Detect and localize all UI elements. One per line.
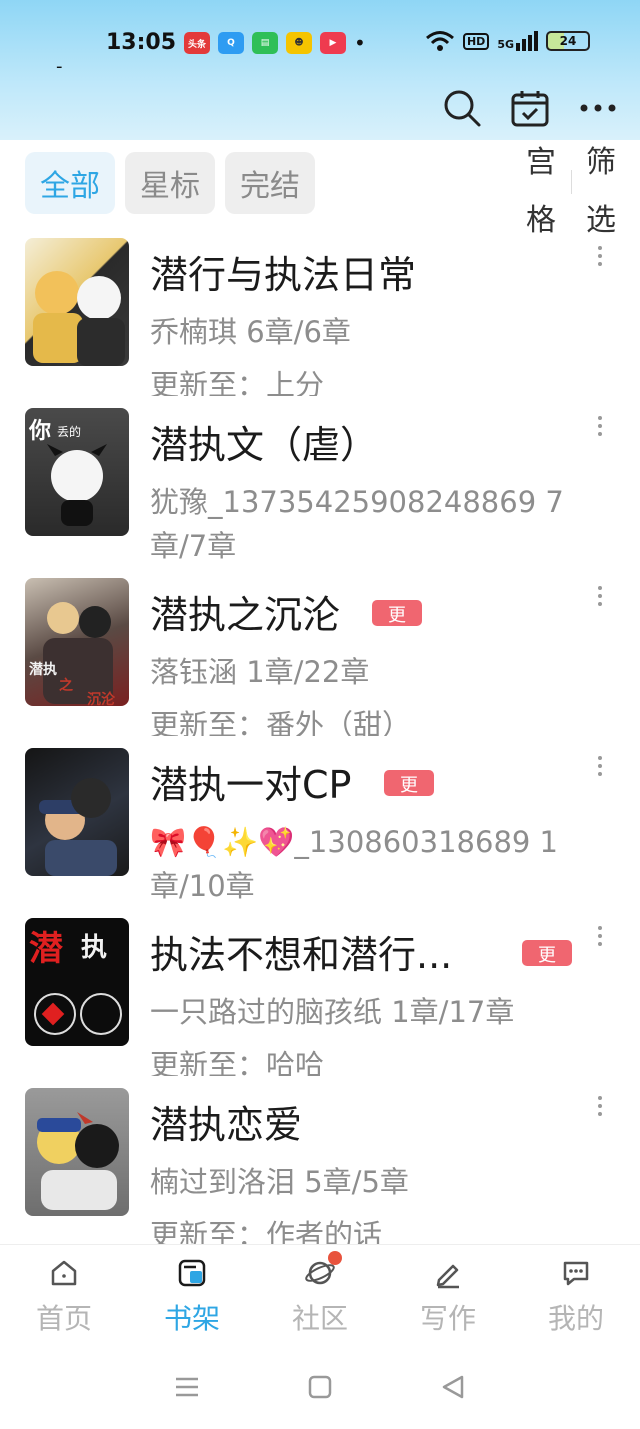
network-type: 5G bbox=[497, 38, 514, 51]
more-vertical-icon[interactable] bbox=[590, 756, 610, 780]
book-author-chapters: 🎀🎈✨💖_130860318689 1章/10章 bbox=[150, 825, 559, 903]
status-time: 13:05 bbox=[106, 30, 177, 55]
book-item[interactable]: 你 丢的 潜执文（虐） 犹豫_13735425908248869 7章/7章 bbox=[0, 400, 640, 570]
bookshelf-list: 潜行与执法日常 乔楠琪 6章/6章 更新至：上分 你 丢的 潜执文（虐） 犹豫_… bbox=[0, 230, 640, 1244]
book-author-chapters: 乔楠琪 6章/6章 bbox=[150, 315, 351, 349]
svg-text:丢的: 丢的 bbox=[57, 424, 81, 439]
book-latest-update: 更新至：番外（甜） bbox=[150, 708, 412, 736]
nav-community[interactable]: 社区 bbox=[256, 1245, 384, 1344]
book-cover: 你 丢的 bbox=[25, 408, 129, 536]
header-dash: - bbox=[56, 56, 63, 77]
network-indicator: 5G bbox=[497, 31, 538, 51]
book-title: 潜执文（虐） bbox=[150, 423, 379, 467]
book-cover bbox=[25, 238, 129, 366]
book-cover: 潜 执 bbox=[25, 918, 129, 1046]
hd-indicator: HD bbox=[462, 32, 490, 50]
nav-write[interactable]: 写作 bbox=[384, 1245, 512, 1344]
book-author-chapters: 犹豫_13735425908248869 7章/7章 bbox=[150, 485, 564, 563]
book-latest-update: 更新至：上分 bbox=[150, 368, 325, 396]
book-item[interactable]: 潜行与执法日常 乔楠琪 6章/6章 更新至：上分 bbox=[0, 230, 640, 400]
filter-all-chip[interactable]: 全部 bbox=[25, 152, 115, 214]
book-item[interactable]: 潜执一对CP 更 🎀🎈✨💖_130860318689 1章/10章 bbox=[0, 740, 640, 910]
update-badge: 更 bbox=[522, 940, 572, 966]
search-icon[interactable] bbox=[442, 88, 482, 128]
more-vertical-icon[interactable] bbox=[590, 416, 610, 440]
book-title: 潜执之沉沦 bbox=[150, 593, 341, 637]
video-app-icon: ▶ bbox=[320, 32, 346, 54]
nav-bookshelf[interactable]: 书架 bbox=[128, 1245, 256, 1344]
bookshelf-icon bbox=[178, 1259, 206, 1287]
book-item[interactable]: 潜执恋爱 楠过到洛泪 5章/5章 更新至：作者的话 bbox=[0, 1080, 640, 1244]
battery-icon: 24 bbox=[546, 31, 590, 51]
svg-text:潜执: 潜执 bbox=[29, 661, 57, 678]
nav-me[interactable]: 我的 bbox=[512, 1245, 640, 1344]
wifi-icon bbox=[426, 31, 454, 51]
system-navigation-bar bbox=[0, 1344, 640, 1429]
book-title: 潜行与执法日常 bbox=[150, 253, 417, 297]
home-icon bbox=[51, 1260, 77, 1286]
signal-bars-icon bbox=[516, 31, 538, 51]
menu-icon[interactable] bbox=[172, 1372, 202, 1402]
more-notifications-dot: • bbox=[354, 31, 366, 55]
tool-divider bbox=[571, 170, 572, 194]
smile-app-icon: ☻ bbox=[286, 32, 312, 54]
filter-completed-chip[interactable]: 完结 bbox=[225, 152, 315, 214]
notification-app-icons: 头条 Q ▤ ☻ ▶ • bbox=[184, 32, 366, 54]
pen-icon bbox=[436, 1264, 459, 1289]
book-latest-update: 更新至：作者的话 bbox=[150, 1218, 383, 1244]
nav-home-label: 首页 bbox=[35, 1302, 92, 1335]
nav-community-label: 社区 bbox=[291, 1302, 348, 1335]
nav-bookshelf-label: 书架 bbox=[163, 1302, 220, 1335]
more-vertical-icon[interactable] bbox=[590, 246, 610, 270]
book-item[interactable]: 潜执 之 沉沦 潜执之沉沦 更 落钰涵 1章/22章 更新至：番外（甜） bbox=[0, 570, 640, 740]
book-title: 执法不想和潜行... bbox=[150, 933, 453, 977]
book-author-chapters: 落钰涵 1章/22章 bbox=[150, 655, 370, 689]
update-badge: 更 bbox=[372, 600, 422, 626]
notification-dot bbox=[328, 1251, 342, 1265]
more-vertical-icon[interactable] bbox=[590, 586, 610, 610]
status-right: HD 5G 24 bbox=[425, 30, 590, 52]
nav-write-label: 写作 bbox=[419, 1302, 476, 1335]
nav-home[interactable]: 首页 bbox=[0, 1245, 128, 1344]
book-latest-update: 更新至：哈哈 bbox=[150, 1048, 325, 1076]
book-title: 潜执恋爱 bbox=[150, 1103, 303, 1147]
update-badge: 更 bbox=[384, 770, 434, 796]
filter-starred-chip[interactable]: 星标 bbox=[125, 152, 215, 214]
status-bar: 13:05 头条 Q ▤ ☻ ▶ • HD 5G 24 - bbox=[0, 0, 640, 80]
top-toolbar bbox=[442, 88, 618, 128]
filter-chips: 全部 星标 完结 bbox=[25, 152, 315, 214]
bottom-navigation: 首页 书架 社区 写作 我的 bbox=[0, 1244, 640, 1344]
svg-text:之: 之 bbox=[59, 677, 73, 694]
nav-me-label: 我的 bbox=[547, 1302, 604, 1335]
book-author-chapters: 楠过到洛泪 5章/5章 bbox=[150, 1165, 409, 1199]
svg-text:潜: 潜 bbox=[29, 929, 63, 969]
qq-browser-app-icon: Q bbox=[218, 32, 244, 54]
book-title: 潜执一对CP bbox=[150, 763, 352, 807]
book-cover bbox=[25, 1088, 129, 1216]
more-vertical-icon[interactable] bbox=[590, 1096, 610, 1120]
more-vertical-icon[interactable] bbox=[590, 926, 610, 950]
back-triangle-icon[interactable] bbox=[438, 1372, 468, 1402]
message-icon bbox=[563, 1261, 589, 1286]
svg-text:你: 你 bbox=[28, 419, 51, 444]
messages-app-icon: ▤ bbox=[252, 32, 278, 54]
more-horizontal-icon[interactable] bbox=[578, 88, 618, 128]
book-cover bbox=[25, 748, 129, 876]
calendar-check-icon[interactable] bbox=[510, 88, 550, 128]
svg-text:沉沦: 沉沦 bbox=[87, 691, 116, 706]
book-author-chapters: 一只路过的脑孩纸 1章/17章 bbox=[150, 995, 515, 1029]
book-cover: 潜执 之 沉沦 bbox=[25, 578, 129, 706]
svg-text:执: 执 bbox=[81, 933, 107, 963]
toutiao-app-icon: 头条 bbox=[184, 32, 210, 54]
home-square-icon[interactable] bbox=[305, 1372, 335, 1402]
book-item[interactable]: 潜 执 执法不想和潜行... 更 一只路过的脑孩纸 1章/17章 更新至：哈哈 bbox=[0, 910, 640, 1080]
